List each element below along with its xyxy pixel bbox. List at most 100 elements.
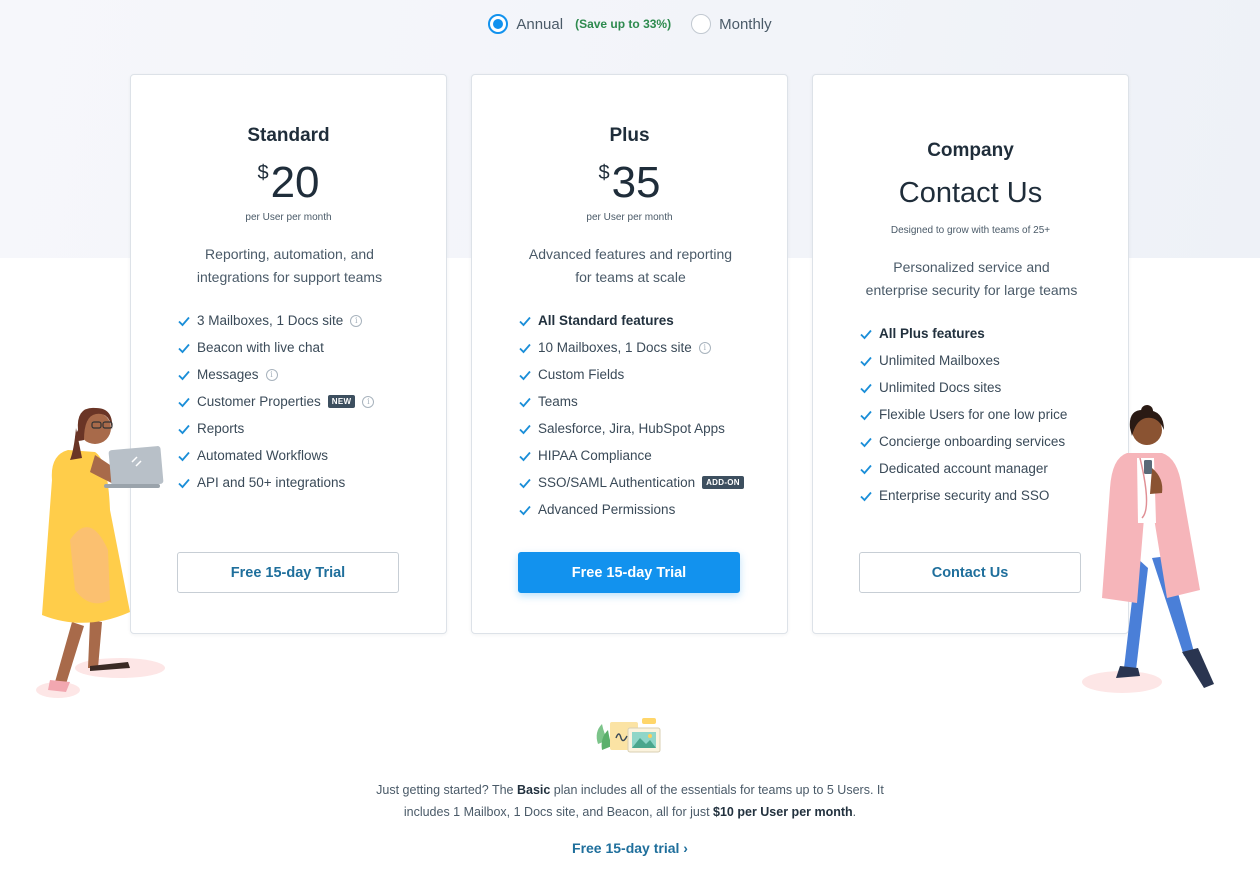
check-icon — [178, 316, 190, 326]
basic-plan-price: $10 per User per month — [713, 805, 853, 819]
info-icon[interactable]: i — [362, 395, 375, 408]
feature-label: Unlimited Mailboxes — [879, 353, 1000, 368]
feature-label: Flexible Users for one low price — [879, 407, 1068, 422]
check-icon — [860, 410, 872, 420]
basic-free-trial-label: Free 15-day trial — [572, 840, 680, 856]
info-icon[interactable]: i — [698, 341, 711, 354]
feature-item: SSO/SAML Authentication ADD-ON — [518, 469, 744, 496]
feature-item: API and 50+ integrations — [177, 469, 374, 496]
feature-item: Customer Properties NEW i — [177, 388, 375, 415]
plan-description: Reporting, automation, and integrations … — [171, 243, 408, 289]
plan-description-line: Reporting, automation, and — [205, 246, 374, 262]
feature-item: All Standard features — [518, 307, 744, 334]
feature-item: Messages i — [177, 361, 374, 388]
plan-description-line: Advanced features and reporting — [528, 246, 733, 262]
chevron-right-icon: › — [683, 840, 688, 856]
feature-label: Salesforce, Jira, HubSpot Apps — [538, 421, 725, 436]
feature-item: 3 Mailboxes, 1 Docs site i — [177, 307, 374, 334]
basic-free-trial-link[interactable]: Free 15-day trial › — [0, 840, 1260, 856]
feature-label: Beacon with live chat — [197, 340, 324, 355]
feature-list: 3 Mailboxes, 1 Docs site i Beacon with li… — [177, 307, 375, 496]
feature-item: Unlimited Docs sites — [859, 374, 1067, 401]
billing-toggle: Annual (Save up to 33%) Monthly — [0, 14, 1260, 34]
check-icon — [178, 478, 190, 488]
document-sketch-icon — [596, 718, 661, 753]
plan-name: Standard — [247, 125, 330, 146]
price-amount: 35 — [611, 158, 661, 207]
feature-item: Advanced Permissions — [518, 496, 744, 523]
feature-label: Dedicated account manager — [879, 461, 1048, 476]
check-icon — [860, 383, 872, 393]
feature-list: All Standard features 10 Mailboxes, 1 Do… — [518, 307, 744, 523]
check-icon — [519, 316, 531, 326]
feature-item: Enterprise security and SSO — [859, 482, 1067, 509]
feature-label: Enterprise security and SSO — [879, 488, 1050, 503]
check-icon — [860, 329, 872, 339]
feature-label: Teams — [538, 394, 578, 409]
feature-label: All Standard features — [538, 313, 674, 328]
monthly-radio[interactable] — [691, 14, 712, 34]
plan-price: $20 — [131, 161, 446, 205]
check-icon — [519, 370, 531, 380]
monthly-option[interactable]: Monthly — [691, 14, 772, 34]
feature-list: All Plus features Unlimited Mailboxes Un… — [859, 320, 1067, 509]
contact-us-button[interactable]: Contact Us — [859, 552, 1081, 593]
feature-label: 3 Mailboxes, 1 Docs site — [197, 313, 344, 328]
basic-plan-name: Basic — [516, 783, 551, 797]
feature-item: Custom Fields — [518, 361, 744, 388]
check-icon — [178, 370, 190, 380]
feature-label: API and 50+ integrations — [197, 475, 346, 490]
price-subtitle: Designed to grow with teams of 25+ — [890, 225, 1051, 236]
free-trial-button[interactable]: Free 15-day Trial — [518, 552, 740, 593]
annual-option[interactable]: Annual (Save up to 33%) — [488, 14, 671, 34]
info-icon[interactable]: i — [350, 314, 363, 327]
check-icon — [860, 491, 872, 501]
add-on-badge: ADD-ON — [702, 476, 744, 489]
feature-label: Customer Properties — [197, 394, 321, 409]
currency-symbol: $ — [598, 162, 610, 184]
plan-description: Personalized service and enterprise secu… — [853, 256, 1090, 302]
check-icon — [519, 451, 531, 461]
check-icon — [860, 356, 872, 366]
check-icon — [178, 424, 190, 434]
free-trial-button[interactable]: Free 15-day Trial — [177, 552, 399, 593]
woman-with-phone-illustration — [1082, 405, 1214, 693]
feature-item: Beacon with live chat — [177, 334, 374, 361]
plan-description-line: for teams at scale — [575, 269, 686, 285]
plan-price: $35 — [472, 161, 787, 205]
feature-item: All Plus features — [859, 320, 1067, 347]
feature-item: Concierge onboarding services — [859, 428, 1067, 455]
contact-us-heading: Contact Us — [898, 177, 1043, 209]
feature-item: HIPAA Compliance — [518, 442, 744, 469]
plan-name: Company — [927, 140, 1014, 161]
basic-plan-note: Just getting started? The Basic plan inc… — [360, 779, 900, 823]
feature-item: Automated Workflows — [177, 442, 374, 469]
check-icon — [860, 464, 872, 474]
feature-item: 10 Mailboxes, 1 Docs site i — [518, 334, 744, 361]
plan-description-line: integrations for support teams — [196, 269, 383, 285]
feature-label: Messages — [197, 367, 259, 382]
annual-label: Annual — [516, 15, 564, 33]
feature-label: Unlimited Docs sites — [879, 380, 1002, 395]
feature-label: All Plus features — [879, 326, 985, 341]
annual-radio[interactable] — [488, 14, 509, 34]
price-subtitle: per User per month — [245, 212, 332, 223]
check-icon — [519, 505, 531, 515]
feature-item: Teams — [518, 388, 744, 415]
feature-label: SSO/SAML Authentication — [538, 475, 696, 490]
basic-note-text: Just getting started? The — [376, 783, 517, 797]
new-badge: NEW — [327, 395, 356, 408]
feature-item: Reports — [177, 415, 374, 442]
feature-label: HIPAA Compliance — [538, 448, 652, 463]
info-icon[interactable]: i — [265, 368, 278, 381]
feature-label: Custom Fields — [538, 367, 625, 382]
plan-card-standard: Standard $20 per User per month Reportin… — [130, 74, 447, 634]
feature-item: Flexible Users for one low price — [859, 401, 1067, 428]
plan-name: Plus — [609, 125, 650, 146]
check-icon — [519, 478, 531, 488]
check-icon — [178, 451, 190, 461]
price-subtitle: per User per month — [586, 212, 673, 223]
feature-label: Advanced Permissions — [538, 502, 676, 517]
check-icon — [519, 343, 531, 353]
monthly-label: Monthly — [719, 15, 772, 33]
